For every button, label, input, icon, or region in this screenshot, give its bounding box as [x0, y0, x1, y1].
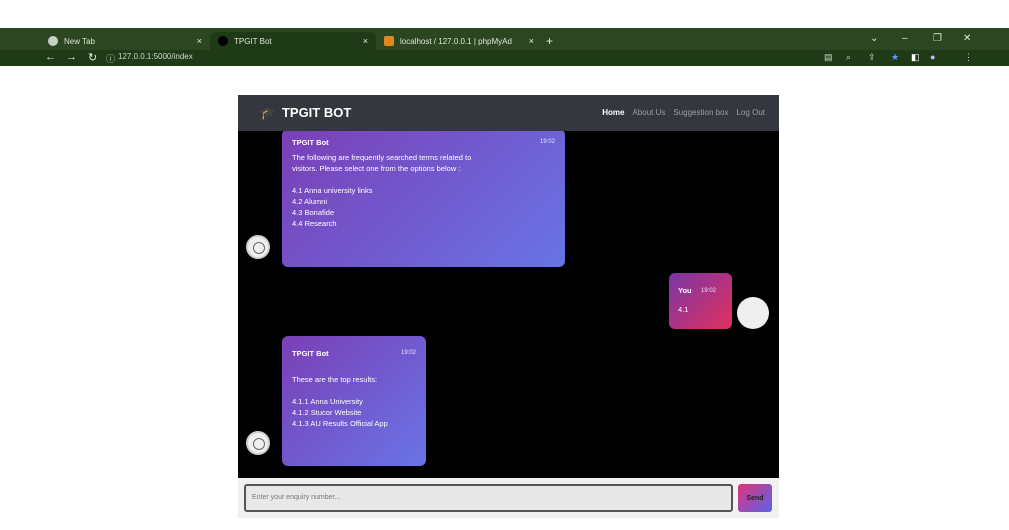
bot-message: TPGIT Bot 19:02 These are the top result… — [282, 336, 426, 466]
user-avatar — [737, 297, 769, 329]
close-icon[interactable]: × — [529, 36, 534, 46]
bookmark-star-icon[interactable]: ★ — [891, 52, 899, 63]
chat-area[interactable]: TPGIT Bot 19:02 The following are freque… — [238, 131, 779, 478]
address-bar[interactable]: 127.0.0.1:5000/index — [118, 52, 193, 61]
chevron-down-icon[interactable]: ⌄ — [870, 33, 878, 44]
user-message: You 19:02 4.1 — [669, 273, 732, 329]
restore-icon[interactable]: ❐ — [933, 33, 942, 44]
browser-toolbar: ← → ↻ ⓘ 127.0.0.1:5000/index ▤ ⌕ ⇪ ★ ◧ ●… — [0, 50, 1009, 66]
brand-title: TPGIT BOT — [281, 105, 352, 120]
message-sender: TPGIT Bot — [292, 138, 329, 147]
forward-icon[interactable]: → — [66, 51, 77, 63]
message-time: 19:02 — [539, 139, 555, 145]
menu-kebab-icon[interactable]: ⋮ — [964, 52, 973, 63]
message-time: 19:02 — [701, 288, 717, 294]
zoom-icon[interactable]: ⌕ — [846, 52, 851, 63]
close-icon[interactable]: × — [197, 36, 202, 46]
composer: Enter your enquiry number... Send — [238, 478, 779, 518]
new-tab-button[interactable]: + — [546, 34, 553, 48]
bot-avatar — [246, 431, 270, 455]
sidebar-icon[interactable]: ◧ — [911, 52, 920, 63]
nav-home[interactable]: Home — [602, 108, 624, 117]
browser-tab-strip: New Tab × TPGIT Bot × localhost / 127.0.… — [0, 28, 1009, 50]
app-header: 🎓 TPGIT BOT Home About Us Suggestion box… — [238, 95, 779, 131]
tab-label: localhost / 127.0.0.1 | phpMyAd⁠ — [400, 36, 512, 46]
info-icon[interactable]: ⓘ — [106, 52, 115, 65]
minimize-icon[interactable]: – — [902, 33, 908, 44]
message-time: 19:02 — [400, 350, 416, 356]
tab-new-tab[interactable]: New Tab × — [40, 32, 210, 50]
graduation-cap-icon: 🎓 — [260, 105, 275, 120]
enquiry-input[interactable]: Enter your enquiry number... — [244, 484, 733, 512]
nav-suggestion-box[interactable]: Suggestion box — [673, 108, 728, 117]
tab-tpgit-bot[interactable]: TPGIT Bot × — [210, 32, 376, 50]
tab-label: New Tab — [64, 36, 95, 46]
bot-avatar — [246, 235, 270, 259]
message-body: 4.1 — [678, 305, 689, 314]
phpmyadmin-icon — [384, 36, 394, 46]
reload-icon[interactable]: ↻ — [88, 51, 97, 64]
chatbot-app: 🎓 TPGIT BOT Home About Us Suggestion box… — [238, 95, 779, 522]
back-icon[interactable]: ← — [45, 51, 56, 63]
tab-label: TPGIT Bot — [234, 36, 272, 46]
top-nav: Home About Us Suggestion box Log Out — [602, 108, 765, 117]
brand[interactable]: 🎓 TPGIT BOT — [260, 105, 351, 120]
profile-avatar-icon[interactable]: ● — [930, 52, 935, 62]
nav-log-out[interactable]: Log Out — [737, 108, 765, 117]
site-icon — [218, 36, 228, 46]
close-window-icon[interactable]: ✕ — [963, 33, 971, 44]
bot-message: TPGIT Bot 19:02 The following are freque… — [282, 131, 565, 267]
nav-about-us[interactable]: About Us — [632, 108, 665, 117]
message-body: The following are frequently searched te… — [292, 153, 472, 228]
message-sender: You — [678, 286, 692, 295]
tab-phpmyadmin[interactable]: localhost / 127.0.0.1 | phpMyAd⁠ × — [376, 32, 542, 50]
message-sender: TPGIT Bot — [292, 349, 329, 358]
message-body: These are the top results: 4.1.1 Anna Un… — [292, 375, 388, 428]
send-button[interactable]: Send — [738, 484, 772, 512]
translate-icon[interactable]: ▤ — [824, 52, 833, 63]
close-icon[interactable]: × — [363, 36, 368, 46]
share-icon[interactable]: ⇪ — [868, 52, 876, 63]
globe-icon — [48, 36, 58, 46]
